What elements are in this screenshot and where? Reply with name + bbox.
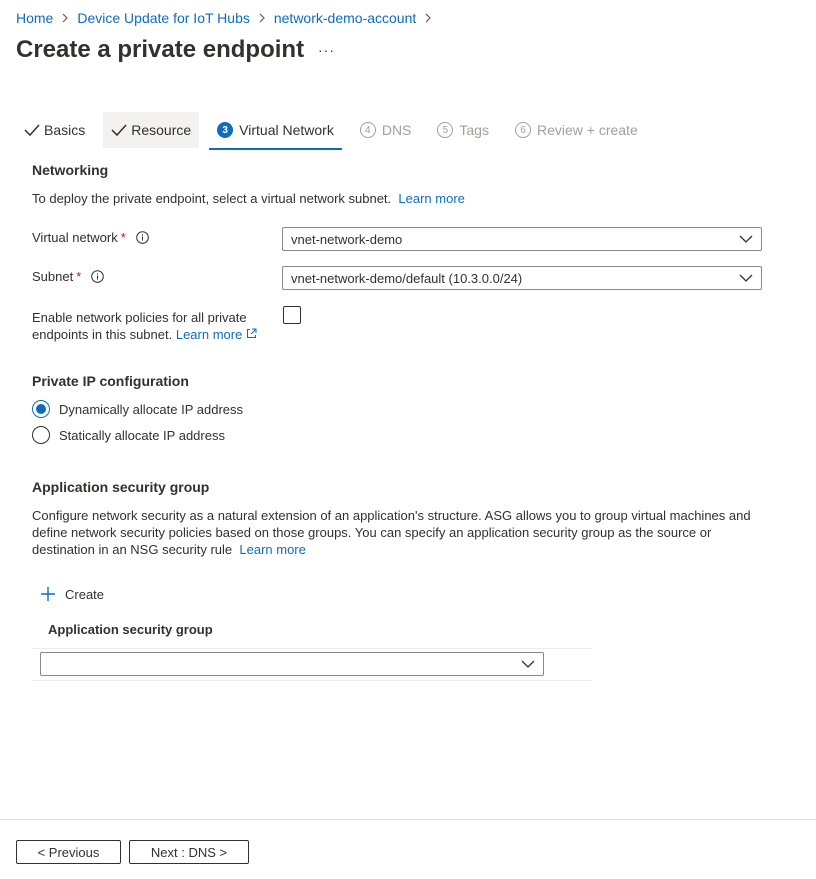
chevron-down-icon (739, 272, 753, 284)
network-policies-line1: Enable network policies for all private (32, 310, 247, 325)
plus-icon (40, 586, 56, 602)
virtual-network-value: vnet-network-demo (291, 231, 403, 247)
page-title: Create a private endpoint (16, 36, 305, 63)
checkmark-icon (24, 123, 40, 137)
breadcrumb-device-update-link[interactable]: Device Update for IoT Hubs (77, 10, 250, 26)
tab-resource[interactable]: Resource (103, 112, 200, 148)
breadcrumb: Home Device Update for IoT Hubs network-… (16, 10, 440, 26)
external-link-icon (246, 327, 257, 342)
required-marker: * (76, 269, 82, 284)
virtual-network-label-text: Virtual network (32, 230, 118, 245)
network-policies-line2: endpoints in this subnet. Learn more (32, 326, 257, 343)
chevron-down-icon (521, 658, 535, 670)
networking-description-text: To deploy the private endpoint, select a… (32, 191, 392, 206)
required-marker: * (120, 230, 126, 245)
create-label: Create (65, 586, 105, 602)
step-number-badge: 6 (514, 122, 531, 138)
subnet-dropdown[interactable]: vnet-network-demo/default (10.3.0.0/24) (282, 266, 762, 290)
subnet-value: vnet-network-demo/default (10.3.0.0/24) (291, 270, 523, 286)
radio-label: Statically allocate IP address (59, 427, 225, 443)
tab-virtual-network[interactable]: 3 Virtual Network (209, 112, 342, 150)
tab-dns[interactable]: 4 DNS (352, 112, 420, 148)
network-policies-label: Enable network policies for all private … (32, 309, 257, 343)
tab-basics[interactable]: Basics (16, 112, 93, 148)
asg-heading: Application security group (32, 479, 210, 495)
grid-divider (32, 680, 592, 681)
learn-more-text: Learn more (175, 327, 243, 342)
asg-description-line1: Configure network security as a natural … (32, 508, 751, 523)
radio-label: Dynamically allocate IP address (59, 401, 244, 417)
chevron-right-icon (61, 13, 69, 23)
subnet-label: Subnet * (32, 269, 105, 284)
tab-label: Resource (131, 122, 192, 138)
radio-static-ip[interactable]: Statically allocate IP address (32, 426, 225, 444)
asg-column-header: Application security group (48, 622, 213, 637)
tab-tags[interactable]: 5 Tags (429, 112, 497, 148)
info-icon[interactable] (91, 270, 105, 283)
radio-button-checked[interactable] (32, 400, 50, 418)
radio-button[interactable] (32, 426, 50, 444)
asg-learn-more-link[interactable]: Learn more (239, 542, 305, 557)
private-ip-heading: Private IP configuration (32, 373, 189, 389)
tab-label: DNS (381, 122, 412, 138)
virtual-network-label: Virtual network * (32, 230, 149, 245)
more-options-icon[interactable]: ··· (318, 42, 335, 58)
step-number-badge: 3 (217, 122, 234, 138)
chevron-down-icon (739, 233, 753, 245)
network-policies-checkbox[interactable] (283, 306, 301, 324)
wizard-tabs: Basics Resource 3 Virtual Network 4 DNS … (16, 112, 656, 150)
asg-select-dropdown[interactable] (40, 652, 544, 676)
networking-description: To deploy the private endpoint, select a… (32, 190, 465, 207)
network-policies-learn-more-link[interactable]: Learn more (176, 327, 257, 342)
step-number-badge: 4 (359, 122, 376, 138)
asg-description-line3-text: destination in an NSG security rule (32, 542, 233, 557)
asg-description-line2: define network security policies based o… (32, 525, 712, 540)
step-number-badge: 5 (437, 122, 454, 138)
footer-divider (0, 819, 816, 820)
tab-label: Review + create (536, 122, 638, 138)
radio-dynamic-ip[interactable]: Dynamically allocate IP address (32, 400, 243, 418)
breadcrumb-home-link[interactable]: Home (16, 10, 53, 26)
networking-heading: Networking (32, 162, 109, 178)
subnet-label-text: Subnet (32, 269, 74, 284)
info-icon[interactable] (136, 231, 149, 244)
asg-description-line3: destination in an NSG security rule Lear… (32, 541, 751, 558)
chevron-right-icon (258, 13, 266, 23)
grid-divider (32, 648, 592, 649)
next-dns-button[interactable]: Next : DNS > (129, 840, 249, 864)
network-policies-line2-text: endpoints in this subnet. (32, 327, 173, 342)
checkmark-icon (111, 123, 127, 137)
networking-learn-more-link[interactable]: Learn more (398, 191, 464, 206)
tab-review-create[interactable]: 6 Review + create (507, 112, 646, 148)
chevron-right-icon (424, 13, 432, 23)
previous-button[interactable]: < Previous (16, 840, 121, 864)
virtual-network-dropdown[interactable]: vnet-network-demo (282, 227, 762, 251)
tab-label: Tags (459, 122, 489, 138)
breadcrumb-account-link[interactable]: network-demo-account (274, 10, 416, 26)
asg-description: Configure network security as a natural … (32, 507, 751, 558)
tab-label: Basics (44, 122, 86, 138)
tab-label: Virtual Network (239, 122, 334, 138)
create-asg-button[interactable]: Create (40, 586, 104, 602)
